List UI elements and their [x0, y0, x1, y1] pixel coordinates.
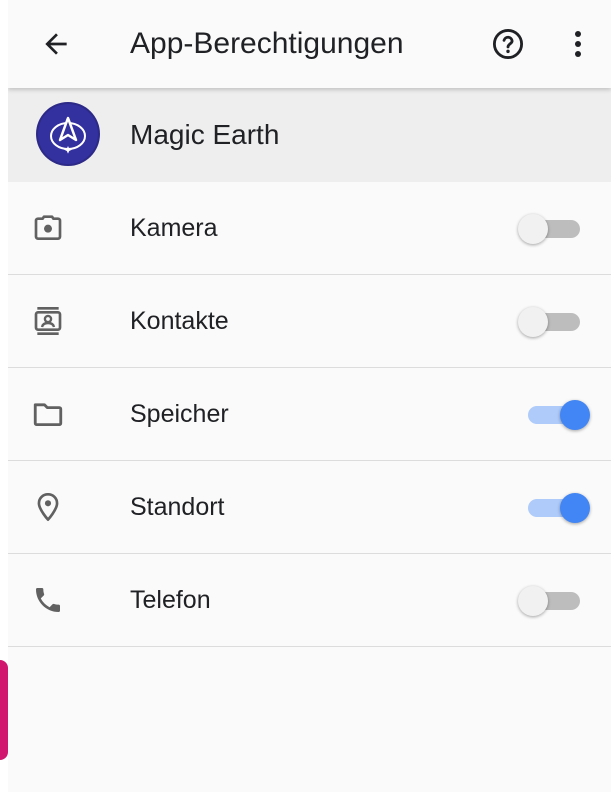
permission-row-storage[interactable]: Speicher	[8, 368, 611, 461]
permission-row-phone[interactable]: Telefon	[8, 554, 611, 647]
help-button[interactable]	[490, 26, 526, 62]
page-title: App-Berechtigungen	[130, 27, 404, 60]
contacts-icon	[30, 303, 66, 339]
permission-row-location[interactable]: Standort	[8, 461, 611, 554]
permission-label: Kamera	[130, 214, 218, 242]
decorative-edge-bar	[0, 660, 8, 760]
toggle-thumb	[518, 307, 548, 337]
back-button[interactable]	[38, 26, 74, 62]
permission-row-camera[interactable]: Kamera	[8, 182, 611, 275]
toggle-thumb	[560, 493, 590, 523]
app-permissions-screen: App-Berechtigungen Magic Earth Kamera Ko…	[8, 0, 611, 792]
phone-icon	[30, 582, 66, 618]
toggle-thumb	[560, 400, 590, 430]
permission-list: Kamera Kontakte Speicher Standort Telefo…	[8, 182, 611, 647]
top-app-bar: App-Berechtigungen	[8, 0, 611, 88]
camera-icon	[30, 210, 66, 246]
permission-toggle-location[interactable]	[518, 493, 590, 523]
permission-label: Standort	[130, 493, 225, 521]
more-options-button[interactable]	[564, 26, 592, 62]
magic-earth-app-icon	[36, 102, 100, 166]
permission-label: Speicher	[130, 400, 229, 428]
arrow-back-icon	[45, 33, 67, 55]
permission-toggle-contacts[interactable]	[518, 307, 590, 337]
permission-label: Kontakte	[130, 307, 229, 335]
location-pin-icon	[30, 489, 66, 525]
permission-label: Telefon	[130, 586, 211, 614]
toggle-thumb	[518, 214, 548, 244]
app-info-header: Magic Earth	[8, 88, 611, 182]
app-name: Magic Earth	[130, 119, 280, 150]
more-vert-icon	[575, 31, 581, 57]
permission-toggle-camera[interactable]	[518, 214, 590, 244]
help-circle-icon	[492, 28, 524, 60]
permission-toggle-storage[interactable]	[518, 400, 590, 430]
folder-icon	[30, 396, 66, 432]
permission-row-contacts[interactable]: Kontakte	[8, 275, 611, 368]
permission-toggle-phone[interactable]	[518, 586, 590, 616]
toggle-thumb	[518, 586, 548, 616]
